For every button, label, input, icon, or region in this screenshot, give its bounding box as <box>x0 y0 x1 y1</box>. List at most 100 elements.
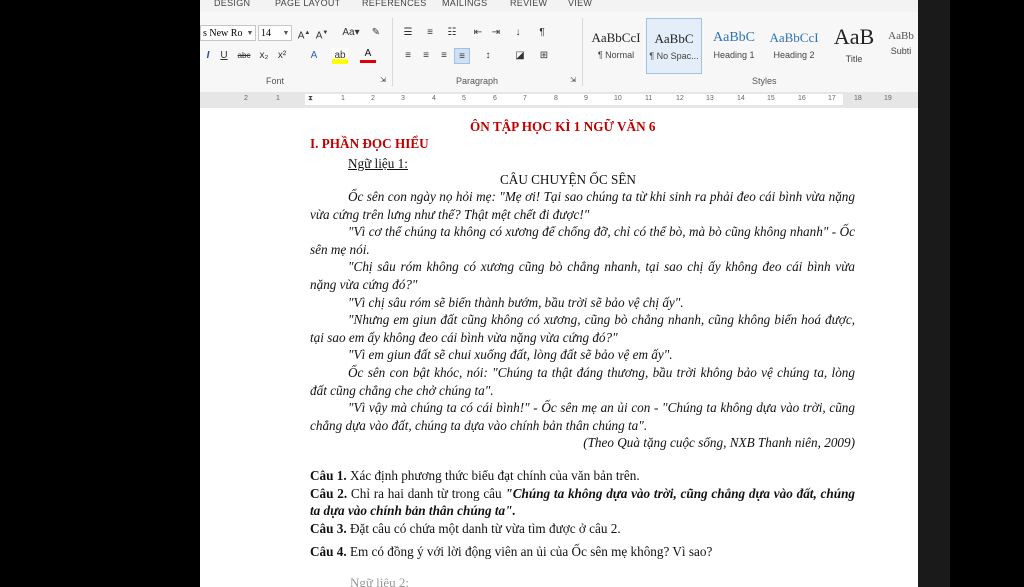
multilevel-list-icon[interactable]: ☷ <box>444 25 460 41</box>
text-effects-icon[interactable]: A <box>306 48 322 64</box>
story-body: Ốc sên con ngày nọ hỏi mẹ: "Mẹ ơi! Tại s… <box>310 188 855 452</box>
align-left-icon[interactable]: ≡ <box>400 48 416 64</box>
ruler-tick: 6 <box>493 95 497 102</box>
font-group-label: Font <box>266 76 285 86</box>
ribbon: s New Ro ▼ 14 ▼ A▲ A▼ Aa▾ ✎ I U abc x₂ x… <box>200 12 918 93</box>
ngu-lieu-label: Ngữ liệu 1: <box>348 156 408 171</box>
increase-indent-icon[interactable]: ⇥ <box>488 25 504 41</box>
ruler-tick: 11 <box>645 95 653 102</box>
borders-icon[interactable]: ⊞ <box>536 48 552 64</box>
ngu-lieu-2-label: Ngữ liệu 2: <box>350 575 410 587</box>
question-label: Câu 1. <box>310 468 347 483</box>
tab-review[interactable]: REVIEW <box>510 0 547 8</box>
sort-icon[interactable]: ↓ <box>510 25 526 41</box>
underline-icon[interactable]: U <box>216 48 232 64</box>
story-title: CÂU CHUYỆN ỐC SÊN <box>500 172 636 187</box>
styles-group-label: Styles <box>752 76 777 86</box>
story-paragraph: "Vì em giun đất sẽ chui xuống đất, lòng … <box>348 347 673 363</box>
ruler-tick: 7 <box>523 95 527 102</box>
style-normal[interactable]: AaBbCcI ¶ Normal <box>588 18 644 74</box>
ruler-tick: 2 <box>244 95 248 102</box>
ruler-text-area <box>305 94 843 105</box>
style-title[interactable]: AaB Title <box>826 18 882 74</box>
story-paragraph: "Vì chị sâu róm sẽ biến thành bướm, bầu … <box>348 294 684 310</box>
question-label: Câu 3. <box>310 520 347 536</box>
question-text: Em có đồng ý với lời động viên an ủi của… <box>346 544 713 560</box>
word-window: DESIGN PAGE LAYOUT REFERENCES MAILINGS R… <box>200 0 918 587</box>
ruler-tick: 3 <box>401 95 405 102</box>
style-no-spacing[interactable]: AaBbC ¶ No Spac... <box>646 18 702 74</box>
decrease-indent-icon[interactable]: ⇤ <box>470 25 486 41</box>
ruler-tick: 19 <box>884 95 892 102</box>
style-heading-1[interactable]: AaBbC Heading 1 <box>706 18 762 74</box>
chevron-down-icon[interactable]: ▼ <box>281 26 291 40</box>
question-label: Câu 4. <box>310 544 347 560</box>
clear-format-icon[interactable]: ✎ <box>368 25 384 41</box>
tab-design[interactable]: DESIGN <box>214 0 250 8</box>
style-heading-2[interactable]: AaBbCcI Heading 2 <box>766 18 822 74</box>
group-divider <box>392 18 393 86</box>
indent-marker-icon[interactable]: ⧗ <box>308 95 313 103</box>
font-name-value: s New Ro <box>203 27 243 39</box>
questions: Câu 1. Xác định phương thức biểu đạt chí… <box>310 467 855 561</box>
style-name: Heading 1 <box>713 50 755 60</box>
ruler-tick: 9 <box>584 95 588 102</box>
question-text: Đặt câu có chứa một danh từ vừa tìm được… <box>346 520 621 536</box>
doc-title: ÔN TẬP HỌC KÌ 1 NGỮ VĂN 6 <box>470 119 656 134</box>
shrink-font-icon[interactable]: A▼ <box>314 25 330 41</box>
ruler-tick: 1 <box>341 95 345 102</box>
justify-icon[interactable]: ≡ <box>454 48 470 64</box>
horizontal-ruler[interactable]: 2 1 ⧗ 1 2 3 4 5 6 7 8 9 10 11 12 13 14 1… <box>200 92 918 108</box>
ribbon-tabs: DESIGN PAGE LAYOUT REFERENCES MAILINGS R… <box>200 0 918 12</box>
font-color-icon[interactable]: A <box>360 48 376 63</box>
font-size-box[interactable]: 14 ▼ <box>258 25 292 41</box>
align-center-icon[interactable]: ≡ <box>418 48 434 64</box>
ruler-tick: 16 <box>798 95 806 102</box>
dialog-launcher-icon[interactable]: ⇲ <box>378 76 388 86</box>
font-name-box[interactable]: s New Ro ▼ <box>200 25 256 41</box>
story-paragraph: "Nhưng em giun đất cũng không có xương, … <box>310 312 855 345</box>
ruler-tick: 2 <box>371 95 375 102</box>
highlight-icon[interactable]: ab <box>332 48 348 64</box>
ruler-tick: 4 <box>432 95 436 102</box>
style-subtitle[interactable]: AaBb Subti <box>884 18 918 74</box>
style-name: Subti <box>890 46 912 56</box>
story-paragraph: "Chị sâu róm không có xương cũng bò chẳn… <box>310 259 855 292</box>
story-paragraph: "Vì vậy mà chúng ta có cái bình!" - Ốc s… <box>310 400 855 433</box>
document-page[interactable]: ÔN TẬP HỌC KÌ 1 NGỮ VĂN 6 I. PHẦN ĐỌC HI… <box>200 108 918 587</box>
style-name: Heading 2 <box>773 50 815 60</box>
italic-icon[interactable]: I <box>200 48 216 64</box>
dialog-launcher-icon[interactable]: ⇲ <box>568 76 578 86</box>
ruler-tick: 15 <box>767 95 775 102</box>
tab-view[interactable]: VIEW <box>568 0 592 8</box>
story-paragraph: Ốc sên con ngày nọ hỏi mẹ: "Mẹ ơi! Tại s… <box>310 189 855 222</box>
story-paragraph: "Vì cơ thể chúng ta không có xương để ch… <box>310 224 855 257</box>
ruler-tick: 14 <box>737 95 745 102</box>
ruler-tick: 18 <box>854 95 862 102</box>
font-size-value: 14 <box>261 27 271 39</box>
tab-page-layout[interactable]: PAGE LAYOUT <box>275 0 340 8</box>
shading-icon[interactable]: ◪ <box>512 48 528 64</box>
ruler-tick: 5 <box>462 95 466 102</box>
change-case-icon[interactable]: Aa▾ <box>340 25 362 41</box>
chevron-down-icon[interactable]: ▼ <box>245 26 255 40</box>
style-preview: AaBbCcI <box>591 30 641 45</box>
line-spacing-icon[interactable]: ↕ <box>480 48 496 64</box>
numbering-icon[interactable]: ≡ <box>422 25 438 41</box>
subscript-icon[interactable]: x₂ <box>256 48 272 64</box>
strikethrough-icon[interactable]: abc <box>234 48 254 64</box>
superscript-icon[interactable]: x² <box>274 48 290 64</box>
ruler-tick: 17 <box>828 95 836 102</box>
grow-font-icon[interactable]: A▲ <box>296 25 312 41</box>
style-name: ¶ Normal <box>597 50 635 60</box>
question-2: Câu 2. Chỉ ra hai danh từ trong câu "Chú… <box>310 485 855 520</box>
bullets-icon[interactable]: ☰ <box>400 25 416 41</box>
tab-mailings[interactable]: MAILINGS <box>442 0 487 8</box>
pilcrow-icon[interactable]: ¶ <box>534 25 550 41</box>
story-paragraph: Ốc sên con bật khóc, nói: "Chúng ta thật… <box>310 364 855 398</box>
align-right-icon[interactable]: ≡ <box>436 48 452 64</box>
tab-references[interactable]: REFERENCES <box>362 0 427 8</box>
paragraph-group-label: Paragraph <box>456 76 499 86</box>
window-edge <box>918 0 950 587</box>
style-name: ¶ No Spac... <box>649 51 699 61</box>
